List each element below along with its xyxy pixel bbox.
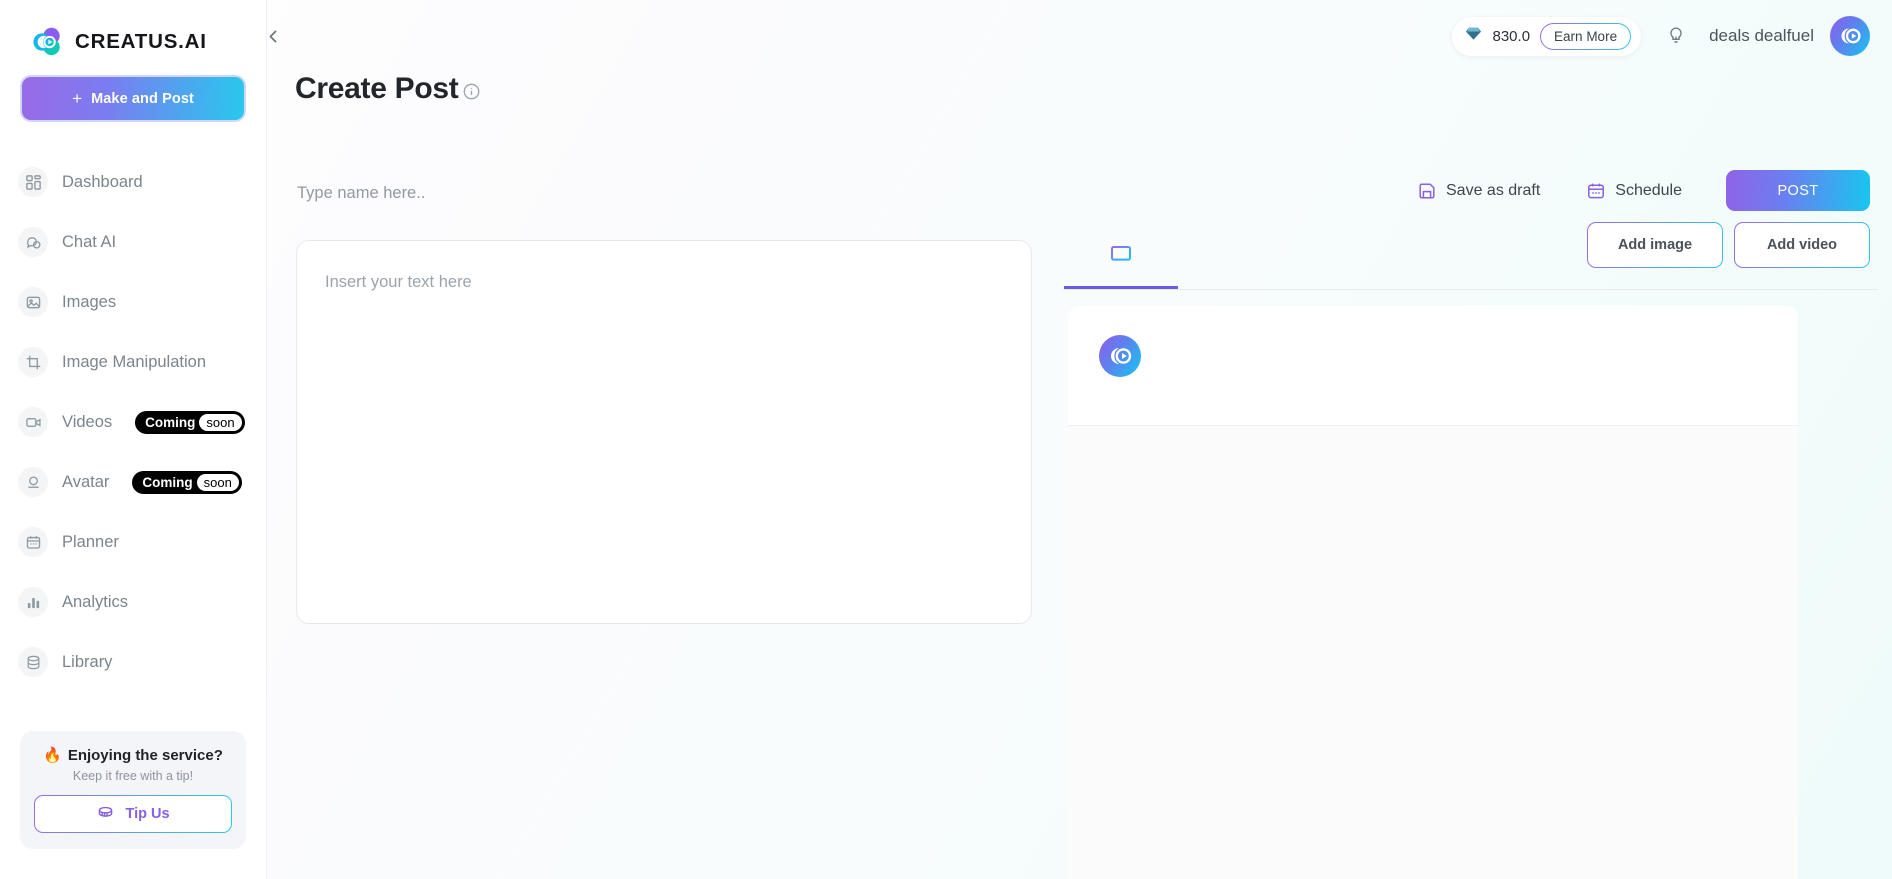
tip-card-title-row: 🔥 Enjoying the service? [34, 746, 232, 765]
badge-secondary-text: soon [199, 413, 242, 431]
sidebar-item-label: Images [62, 292, 117, 311]
sidebar-collapse-button[interactable] [258, 24, 288, 54]
post-label: POST [1777, 182, 1819, 199]
brand-name: CREATUS.AI [75, 30, 207, 53]
sidebar-item-label: Dashboard [62, 172, 143, 191]
creatus-avatar-icon [1099, 335, 1141, 377]
post-button[interactable]: POST [1726, 170, 1870, 211]
video-camera-icon [18, 407, 48, 437]
post-name-input[interactable] [297, 178, 797, 208]
sidebar-item-label: Analytics [62, 592, 129, 611]
post-toolbar: Save as draft Schedule POST [1417, 170, 1870, 211]
make-and-post-button[interactable]: + Make and Post [20, 75, 246, 122]
image-picture-icon [18, 287, 48, 317]
bar-chart-icon [18, 587, 48, 617]
chat-bubbles-icon [18, 227, 48, 257]
sidebar-item-dashboard[interactable]: Dashboard [0, 152, 266, 212]
sidebar-item-label: Avatar [62, 472, 110, 491]
info-circle-icon[interactable] [462, 82, 481, 101]
chevron-left-icon [265, 28, 282, 50]
page-title-text: Create Post [295, 72, 459, 105]
dashboard-grid-icon [18, 167, 48, 197]
fire-emoji-icon: 🔥 [43, 747, 62, 764]
make-post-container: + Make and Post [0, 62, 266, 122]
preview-post-card [1068, 306, 1798, 426]
schedule-label: Schedule [1615, 181, 1682, 199]
tip-us-button[interactable]: Tip Us [34, 795, 232, 833]
post-text-card [296, 240, 1032, 624]
avatar[interactable] [1830, 16, 1870, 56]
make-and-post-label: Make and Post [91, 90, 194, 107]
sidebar-item-images[interactable]: Images [0, 272, 266, 332]
post-body-textarea[interactable] [297, 241, 1031, 623]
page-title: Create Post [295, 72, 481, 106]
username-label: deals dealfuel [1709, 26, 1814, 45]
sidebar-item-image-manipulation[interactable]: Image Manipulation [0, 332, 266, 392]
add-video-button[interactable]: Add video [1734, 222, 1870, 268]
sidebar-item-library[interactable]: Library [0, 632, 266, 692]
earn-more-button[interactable]: Earn More [1540, 23, 1631, 50]
crop-icon [18, 347, 48, 377]
lightbulb-icon[interactable] [1665, 25, 1687, 47]
gem-diamond-icon [1464, 24, 1483, 48]
sidebar-item-label: Library [62, 652, 113, 671]
sidebar-item-label: Image Manipulation [62, 352, 207, 371]
calendar-icon [1586, 181, 1606, 201]
badge-primary-text: Coming [145, 414, 196, 430]
desktop-monitor-icon [1108, 242, 1134, 273]
sidebar-item-analytics[interactable]: Analytics [0, 572, 266, 632]
sidebar-item-planner[interactable]: Planner [0, 512, 266, 572]
status-badge-coming-soon: Coming soon [135, 410, 245, 434]
add-video-label: Add video [1766, 237, 1838, 253]
preview-add-buttons: Add image Add video [1587, 222, 1870, 268]
sidebar-item-label: Videos [62, 412, 113, 431]
calendar-icon [18, 527, 48, 557]
tip-us-label: Tip Us [125, 806, 170, 822]
badge-secondary-text: soon [196, 473, 239, 491]
tab-desktop-preview[interactable] [1064, 228, 1178, 289]
sidebar: CREATUS.AI + Make and Post Dashboard Cha… [0, 0, 267, 879]
credits-value: 830.0 [1492, 27, 1531, 45]
tip-card: 🔥 Enjoying the service? Keep it free wit… [20, 731, 246, 849]
sidebar-nav: Dashboard Chat AI Images Image Manipulat… [0, 152, 266, 692]
add-image-label: Add image [1617, 237, 1693, 253]
database-stack-icon [18, 647, 48, 677]
save-as-draft-button[interactable]: Save as draft [1417, 181, 1540, 201]
sidebar-item-label: Chat AI [62, 232, 117, 251]
floppy-save-icon [1417, 181, 1437, 201]
plus-icon: + [72, 89, 83, 108]
tip-card-subtitle: Keep it free with a tip! [72, 769, 194, 783]
coin-icon [96, 803, 115, 826]
sidebar-item-avatar[interactable]: Avatar Coming soon [0, 452, 266, 512]
schedule-button[interactable]: Schedule [1586, 181, 1682, 201]
add-image-button[interactable]: Add image [1587, 222, 1723, 268]
earn-more-label: Earn More [1554, 28, 1618, 44]
save-as-draft-label: Save as draft [1446, 181, 1541, 199]
credits-pill: 830.0 Earn More [1451, 16, 1642, 56]
avatar-person-icon [18, 467, 48, 497]
status-badge-coming-soon: Coming soon [132, 470, 242, 494]
sidebar-item-chat-ai[interactable]: Chat AI [0, 212, 266, 272]
sidebar-item-videos[interactable]: Videos Coming soon [0, 392, 266, 452]
tip-card-title: Enjoying the service? [67, 746, 223, 764]
brand: CREATUS.AI [0, 0, 266, 62]
creatus-logo-icon [30, 25, 64, 59]
sidebar-item-label: Planner [62, 532, 119, 551]
header-right: 830.0 Earn More deals dealfuel [1451, 12, 1870, 60]
preview-post-body [1068, 426, 1798, 879]
badge-primary-text: Coming [142, 474, 193, 490]
